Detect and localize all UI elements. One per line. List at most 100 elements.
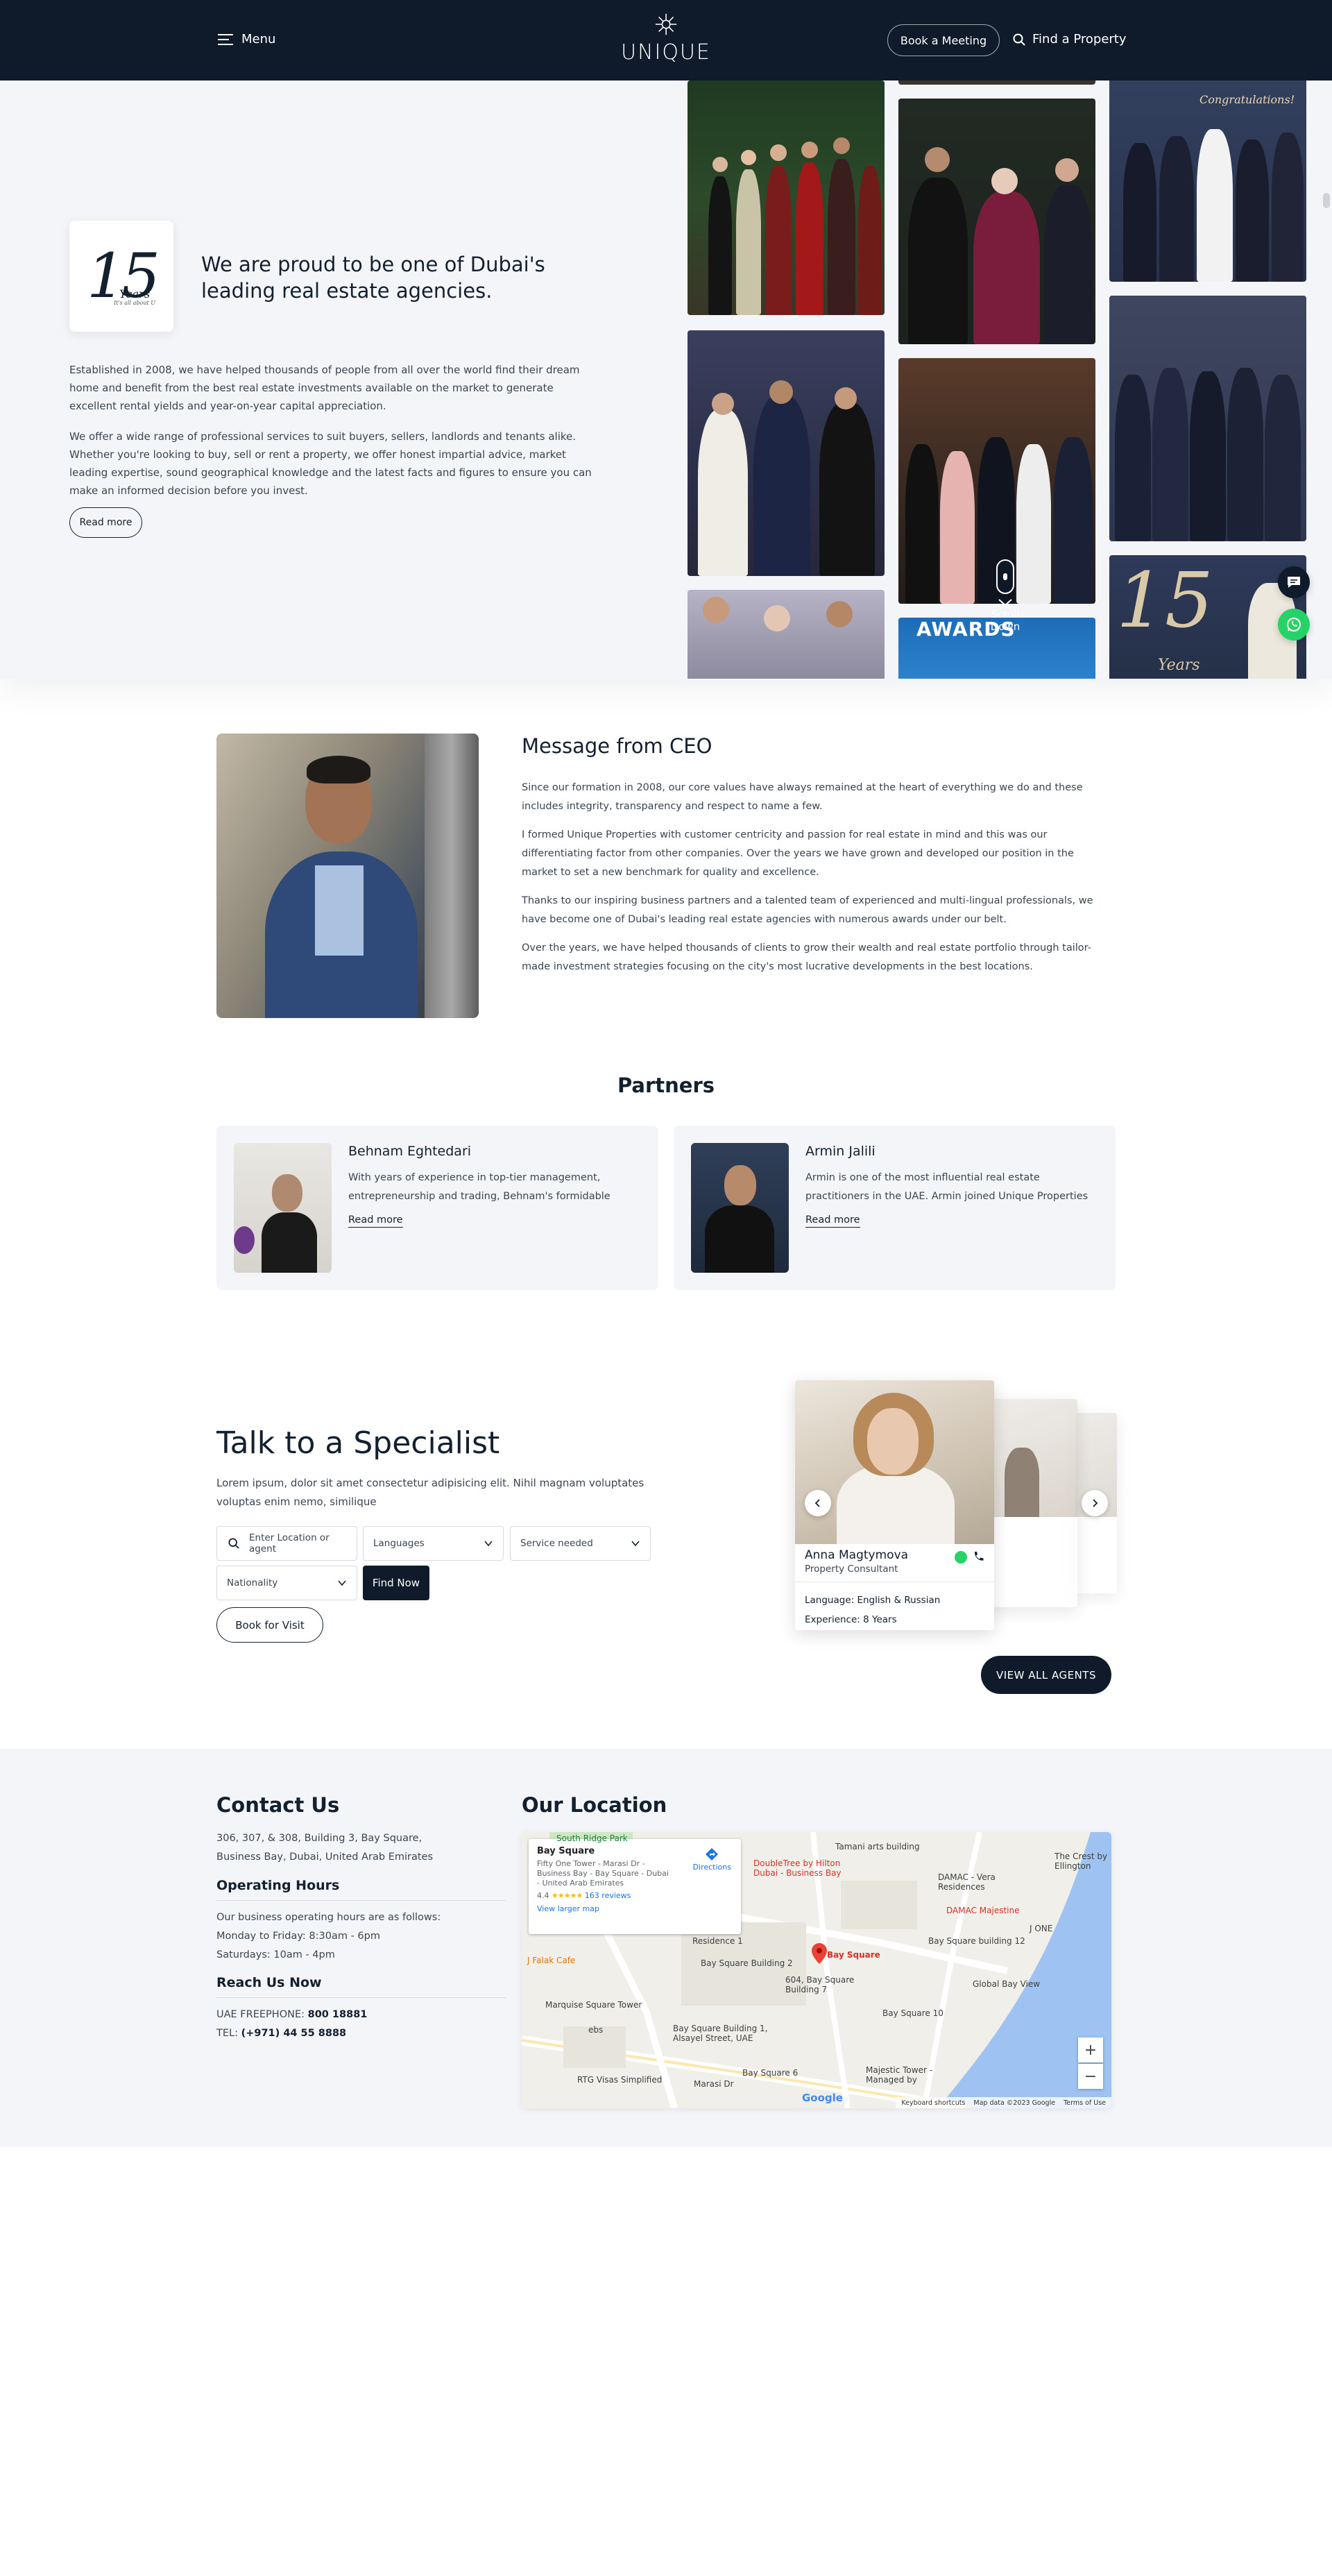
contact-address: 306, 307, & 308, Building 3, Bay Square,… [216,1833,434,1863]
book-meeting-button[interactable]: Book a Meeting [887,24,1000,56]
map-label: DAMAC Majestine [946,1906,1020,1915]
nationality-select[interactable]: Nationality [216,1566,357,1600]
find-property-label: Find a Property [1032,32,1127,46]
nationality-select-value: Nationality [227,1577,278,1588]
map-pin-icon[interactable] [812,1943,827,1964]
map-label: Bay Square Building 2 [701,1958,793,1968]
reviews-link[interactable]: 163 reviews [585,1891,631,1900]
map-label: The Crest by Ellington [1054,1852,1108,1871]
menu-button[interactable]: Menu [218,32,275,46]
directions-icon [706,1848,719,1861]
reach-us-title: Reach Us Now [216,1975,322,1990]
ceo-paragraph-4: Over the years, we have helped thousands… [522,942,1091,972]
agent-photo [795,1380,994,1544]
view-larger-map-link[interactable]: View larger map [537,1904,599,1913]
map-label: DoubleTree by Hilton Dubai - Business Ba… [753,1858,842,1878]
location-agent-search-input[interactable]: Enter Location or agent [216,1526,357,1561]
carousel-prev-button[interactable] [805,1490,831,1516]
gallery-15-number: 15 [1116,556,1213,645]
page-scrollbar[interactable] [1323,193,1330,208]
logo-text: UNIQUE [621,40,711,65]
scroll-down-indicator[interactable]: Scroll Down [977,559,1033,633]
book-for-visit-button[interactable]: Book for Visit [216,1607,323,1643]
whatsapp-button[interactable] [1278,609,1310,641]
chat-icon [1288,577,1300,588]
place-address: Fifty One Tower - Marasi Dr - Business B… [537,1859,669,1888]
search-icon [228,1538,239,1549]
ceo-paragraph-1: Since our formation in 2008, our core va… [522,782,1083,812]
map-label: Marquise Square Tower [545,2000,642,2010]
find-property-button[interactable]: Find a Property [1013,32,1127,46]
partner-read-more-link[interactable]: Read more [348,1214,403,1228]
divider [216,1900,506,1901]
keyboard-shortcuts-link[interactable]: Keyboard shortcuts [901,2099,965,2107]
gallery-photo-party [688,80,885,315]
directions-button[interactable]: Directions [693,1847,731,1872]
search-placeholder: Enter Location or agent [249,1532,330,1554]
mouse-icon [996,559,1014,594]
freephone-line: UAE FREEPHONE: 800 18881 [216,2006,506,2024]
contact-title: Contact Us [216,1793,340,1817]
hamburger-menu-icon [218,33,233,45]
ceo-title: Message from CEO [522,734,712,758]
arrow-right-icon [1093,1499,1098,1507]
directions-label: Directions [692,1863,731,1872]
map-label: ebs [588,2025,604,2035]
partner-photo [691,1143,789,1273]
terms-of-use-link[interactable]: Terms of Use [1064,2099,1106,2107]
map-label: RTG Visas Simplified [577,2075,663,2085]
map-label: J ONE [1030,1924,1053,1933]
map-place-card: Bay Square Fifty One Tower - Marasi Dr -… [529,1839,741,1934]
partner-bio: With years of experience in top-tier man… [348,1172,610,1202]
hours-weekday: Monday to Friday: 8:30am - 6pm [216,1931,380,1942]
map-label: J Falak Cafe [527,1956,576,1965]
hours-saturday: Saturdays: 10am - 4pm [216,1949,335,1960]
gallery-photo-top-strip [898,80,1095,85]
chat-button[interactable] [1278,566,1310,598]
hero-title: We are proud to be one of Dubai's leadin… [201,253,545,303]
languages-select[interactable]: Languages [363,1526,504,1561]
site-logo[interactable]: UNIQUE [621,11,711,65]
congrats-text: Congratulations! [1199,93,1295,106]
freephone-number[interactable]: 800 18881 [308,2009,368,2020]
specialist-description: Lorem ipsum, dolor sit amet consectetur … [216,1477,644,1508]
hero-paragraph-1: Established in 2008, we have helped thou… [69,364,580,412]
map-label: Residence 1 [692,1936,743,1946]
scroll-down-label: Scroll Down [990,608,1021,633]
chevron-down-icon [338,1580,346,1586]
service-select-value: Service needed [520,1538,593,1549]
service-needed-select[interactable]: Service needed [510,1526,651,1561]
fifteen-years-badge: 15 Years It's all about U [69,221,173,332]
partner-read-more-link[interactable]: Read more [805,1214,860,1228]
google-logo: Google [802,2092,843,2104]
gallery-photo-award-ceremony: Congratulations! [1109,80,1306,282]
map-label: Bay Square Building 1, Alsayel Street, U… [673,2024,768,2043]
tel-number[interactable]: (+971) 44 55 8888 [241,2028,347,2039]
agent-name: Anna Magtymova [805,1548,909,1562]
gallery-photo-14th-anniversary [688,330,885,576]
hero-read-more-button[interactable]: Read more [69,507,142,538]
agent-whatsapp-icon[interactable] [955,1551,967,1564]
partner-name: Armin Jalili [805,1144,876,1159]
carousel-next-button[interactable] [1082,1490,1108,1516]
view-all-agents-button[interactable]: VIEW ALL AGENTS [981,1656,1111,1694]
agent-card-next[interactable] [984,1399,1077,1607]
phone-icon[interactable] [973,1551,984,1564]
badge-word: Years [119,287,151,300]
ceo-paragraph-2: I formed Unique Properties with customer… [522,829,1074,878]
map-label: Majestic Tower - Managed by [866,2065,933,2085]
agent-experience: Experience: 8 Years [805,1614,897,1625]
map-label: Global Bay View [973,1979,1041,1989]
arrow-left-icon [814,1499,820,1507]
map-zoom-out-button[interactable]: − [1078,2064,1103,2089]
partner-card: Armin Jalili Armin is one of the most in… [674,1126,1116,1290]
agent-language: Language: English & Russian [805,1595,941,1606]
tel-label: TEL: [216,2028,238,2039]
badge-tagline: It's all about U [114,300,156,306]
operating-hours-title: Operating Hours [216,1878,340,1893]
place-rating: 4.4 ★★★★★ 163 reviews [537,1891,733,1900]
find-now-button[interactable]: Find Now [363,1566,429,1600]
google-map[interactable]: Bay Square Fifty One Tower - Marasi Dr -… [522,1832,1111,2108]
map-data-attribution: Map data ©2023 Google [973,2099,1056,2107]
map-zoom-in-button[interactable]: + [1078,2037,1103,2062]
